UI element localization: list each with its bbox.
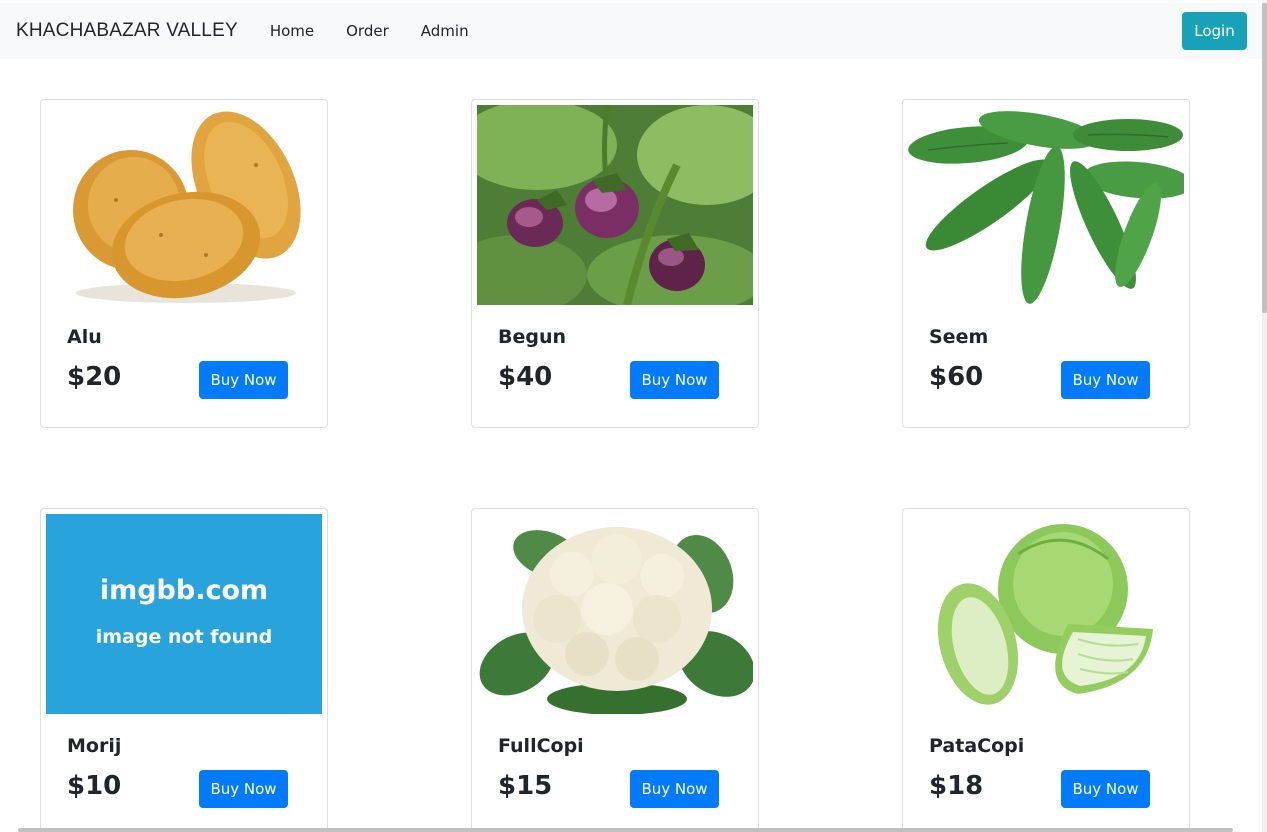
product-price: $20 (67, 362, 122, 392)
navbar: KHACHABAZAR VALLEY Home Order Admin Logi… (0, 3, 1262, 59)
placeholder-site-text: imgbb.com (99, 574, 269, 606)
nav-link-home[interactable]: Home (270, 22, 314, 40)
product-price: $15 (498, 771, 553, 801)
brand-logo[interactable]: KHACHABAZAR VALLEY (16, 20, 238, 42)
product-name: PataCopi (929, 735, 1025, 757)
product-card-seem: Seem $60 Buy Now (902, 99, 1190, 428)
product-name: Morij (67, 735, 122, 757)
product-name: Seem (929, 326, 989, 348)
horizontal-scrollbar[interactable] (18, 828, 1233, 832)
product-price: $10 (67, 771, 122, 801)
eggplant-image (477, 105, 753, 305)
cabbage-image (908, 514, 1184, 714)
nav-link-admin[interactable]: Admin (421, 22, 469, 40)
buy-now-button[interactable]: Buy Now (199, 770, 288, 808)
buy-now-button[interactable]: Buy Now (630, 770, 719, 808)
buy-now-button[interactable]: Buy Now (1061, 770, 1150, 808)
nav-link-order[interactable]: Order (346, 22, 389, 40)
product-card-begun: Begun $40 Buy Now (471, 99, 759, 428)
image-not-found-placeholder: imgbb.com image not found (46, 514, 322, 714)
product-card-alu: Alu $20 Buy Now (40, 99, 328, 428)
product-price: $18 (929, 771, 984, 801)
buy-now-button[interactable]: Buy Now (1061, 361, 1150, 399)
vertical-scrollbar-thumb[interactable] (1262, 3, 1267, 313)
buy-now-button[interactable]: Buy Now (630, 361, 719, 399)
vertical-scrollbar[interactable] (1262, 0, 1267, 832)
buy-now-button[interactable]: Buy Now (199, 361, 288, 399)
product-card-patacopi: PataCopi $18 Buy Now (902, 508, 1190, 832)
cauliflower-image (477, 514, 753, 714)
product-price: $60 (929, 362, 984, 392)
product-name: FullCopi (498, 735, 584, 757)
product-price: $40 (498, 362, 553, 392)
potato-image (46, 105, 322, 305)
product-card-fullcopi: FullCopi $15 Buy Now (471, 508, 759, 832)
product-card-morij: imgbb.com image not found Morij $10 Buy … (40, 508, 328, 832)
login-button[interactable]: Login (1182, 12, 1247, 50)
product-name: Alu (67, 326, 102, 348)
product-name: Begun (498, 326, 567, 348)
placeholder-message-text: image not found (95, 625, 273, 648)
beans-image (908, 105, 1184, 305)
